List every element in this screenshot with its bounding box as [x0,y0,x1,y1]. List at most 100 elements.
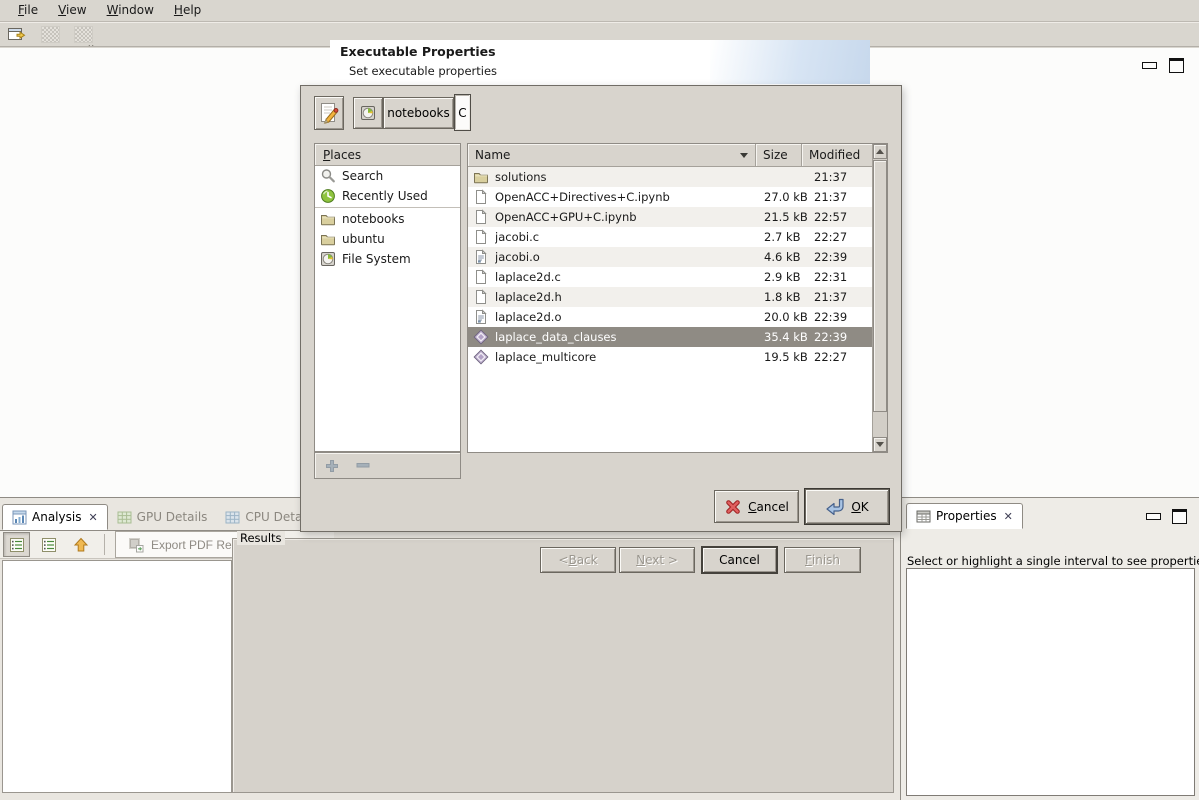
file-name: OpenACC+GPU+C.ipynb [495,210,764,224]
tab-gpu-details[interactable]: GPU Details [108,504,217,530]
remove-place-button[interactable] [355,455,371,476]
places-separator [315,207,460,208]
file-name: OpenACC+Directives+C.ipynb [495,190,764,204]
column-header-modified[interactable]: Modified [802,144,872,167]
text-file-icon [473,229,489,245]
scroll-down-button[interactable] [873,437,887,452]
column-header-size[interactable]: Size [756,144,802,167]
column-label: Name [475,148,510,162]
file-name: solutions [495,170,764,184]
file-row-solutions[interactable]: solutions 21:37 [468,167,872,187]
place-item-ubuntu[interactable]: ubuntu [315,229,460,249]
places-header[interactable]: Places [315,144,460,166]
place-label: notebooks [342,212,405,226]
tab-label: Analysis [32,510,81,524]
place-label: File System [342,252,411,266]
close-icon[interactable]: ✕ [1004,510,1013,523]
type-filename-toggle[interactable] [314,96,344,130]
new-session-button[interactable] [4,24,30,45]
tab-analysis[interactable]: Analysis ✕ [2,504,108,530]
file-row-jacobi-c[interactable]: jacobi.c2.7 kB22:27 [468,227,872,247]
minimize-icon[interactable] [1142,62,1157,69]
minimize-icon[interactable] [1146,513,1161,520]
props-icon [916,509,931,524]
file-size: 20.0 kB [764,310,814,324]
wizard-back-button[interactable]: < Back [540,547,616,573]
application-window: FileViewWindowHelp .. Analysis ✕ GPU Detai… [0,0,1199,800]
file-modified: 22:27 [814,350,872,364]
chooser-cancel-button[interactable]: Cancel [714,490,799,523]
place-label: Search [342,169,383,183]
results-label: Results [237,531,285,545]
disabled-toolbar-menu-button[interactable]: .. [70,24,96,45]
maximize-icon[interactable] [1169,58,1184,73]
column-label: Size [763,148,788,162]
wizard-next-button[interactable]: Next > [619,547,695,573]
menu-bar: FileViewWindowHelp [0,0,1199,22]
ok-label: OK [851,500,868,514]
place-item-file-system[interactable]: File System [315,249,460,269]
disabled-toolbar-button[interactable] [37,24,63,45]
file-size: 35.4 kB [764,330,814,344]
notebooks-crumb[interactable]: notebooks [383,97,454,129]
vertical-scrollbar[interactable] [872,144,887,452]
text-file-icon [473,209,489,225]
file-modified: 22:31 [814,270,872,284]
export-icon [128,537,144,553]
file-row-laplace2d-o[interactable]: laplace2d.o20.0 kB22:39 [468,307,872,327]
places-panel: Places Search Recently Used notebooks ubunt… [314,143,461,452]
place-item-recently-used[interactable]: Recently Used [315,186,460,206]
column-header-name[interactable]: Name [468,144,756,167]
file-modified: 21:37 [814,170,872,184]
file-modified: 22:39 [814,310,872,324]
outline-view-button-2[interactable] [35,532,62,557]
maximize-icon[interactable] [1172,509,1187,524]
file-modified: 22:39 [814,330,872,344]
add-place-button[interactable] [324,455,340,476]
file-row-laplace-multicore[interactable]: laplace_multicore19.5 kB22:27 [468,347,872,367]
banner-gradient-decoration [710,40,870,84]
menu-file[interactable]: File [8,1,48,20]
scrollbar-thumb[interactable] [873,160,887,412]
file-size: 21.5 kB [764,210,814,224]
menu-help[interactable]: Help [164,1,211,20]
properties-tab-label: Properties [936,509,997,523]
triangle-down-icon [876,442,884,447]
file-row-openacc-gpu-c-ipynb[interactable]: OpenACC+GPU+C.ipynb21.5 kB22:57 [468,207,872,227]
file-size: 19.5 kB [764,350,814,364]
places-add-remove-bar [314,452,461,479]
wizard-finish-button[interactable]: Finish [784,547,861,573]
file-row-openacc-directives-c-ipynb[interactable]: OpenACC+Directives+C.ipynb27.0 kB21:37 [468,187,872,207]
place-item-search[interactable]: Search [315,166,460,186]
tab-properties[interactable]: Properties ✕ [906,503,1023,529]
chooser-ok-button[interactable]: OK [805,489,889,524]
file-size: 2.9 kB [764,270,814,284]
cpu-grid-icon [225,510,240,525]
wizard-subtitle: Set executable properties [349,64,497,78]
file-name: laplace_multicore [495,350,764,364]
wizard-cancel-button[interactable]: Cancel [701,546,778,574]
wizard-title: Executable Properties [340,44,496,59]
filesystem-crumb[interactable] [353,97,383,129]
scroll-up-button[interactable] [873,144,887,159]
list-icon [9,537,25,553]
current-folder-crumb[interactable]: C [454,94,471,131]
folder-icon [320,231,336,247]
tab-label: GPU Details [137,510,208,524]
file-row-laplace2d-h[interactable]: laplace2d.h1.8 kB21:37 [468,287,872,307]
file-name: jacobi.c [495,230,764,244]
menu-window[interactable]: Window [97,1,164,20]
file-modified: 22:27 [814,230,872,244]
close-icon[interactable]: ✕ [88,511,97,524]
recent-icon [320,188,336,204]
up-arrow-button[interactable] [67,532,94,557]
place-item-notebooks[interactable]: notebooks [315,209,460,229]
folder-icon [473,169,489,185]
outline-view-button-1[interactable] [3,532,30,557]
menu-view[interactable]: View [48,1,96,20]
file-row-laplace-data-clauses[interactable]: laplace_data_clauses35.4 kB22:39 [468,327,872,347]
executable-icon [473,349,489,365]
file-name: laplace2d.h [495,290,764,304]
file-row-laplace2d-c[interactable]: laplace2d.c2.9 kB22:31 [468,267,872,287]
file-row-jacobi-o[interactable]: jacobi.o4.6 kB22:39 [468,247,872,267]
